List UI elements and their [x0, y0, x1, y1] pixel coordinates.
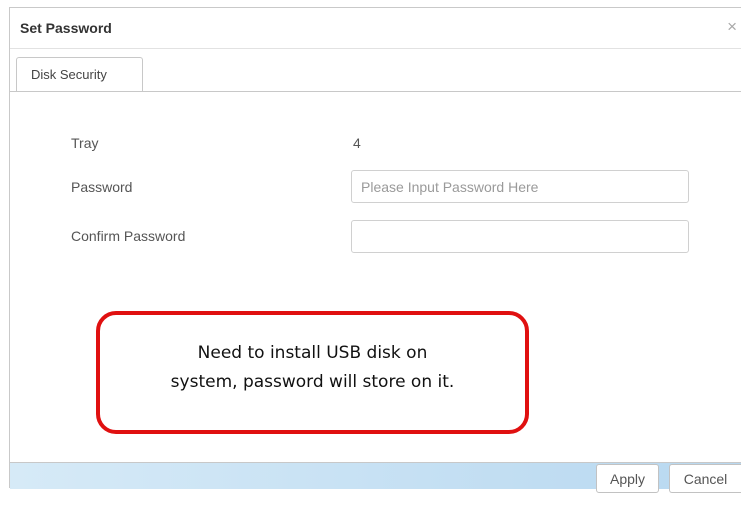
tray-label: Tray — [71, 135, 99, 151]
disk-security-panel: Tray 4 Password Confirm Password Need to… — [10, 91, 741, 463]
apply-button[interactable]: Apply — [596, 464, 659, 493]
confirm-password-input[interactable] — [351, 220, 689, 253]
confirm-password-label: Confirm Password — [71, 228, 186, 244]
tab-disk-security[interactable]: Disk Security — [16, 57, 143, 92]
dialog-title: Set Password — [20, 20, 112, 36]
usb-disk-callout: Need to install USB disk on system, pass… — [96, 311, 529, 434]
dialog-titlebar: Set Password × — [10, 8, 741, 49]
close-icon[interactable]: × — [727, 18, 737, 35]
password-input[interactable] — [351, 170, 689, 203]
cancel-button[interactable]: Cancel — [669, 464, 741, 493]
callout-line-2: system, password will store on it. — [170, 372, 455, 392]
tray-value: 4 — [353, 135, 361, 151]
tab-strip: Disk Security — [10, 49, 741, 92]
set-password-dialog: Set Password × Disk Security Tray 4 Pass… — [9, 7, 741, 489]
password-label: Password — [71, 179, 133, 195]
callout-line-1: Need to install USB disk on — [197, 343, 428, 363]
